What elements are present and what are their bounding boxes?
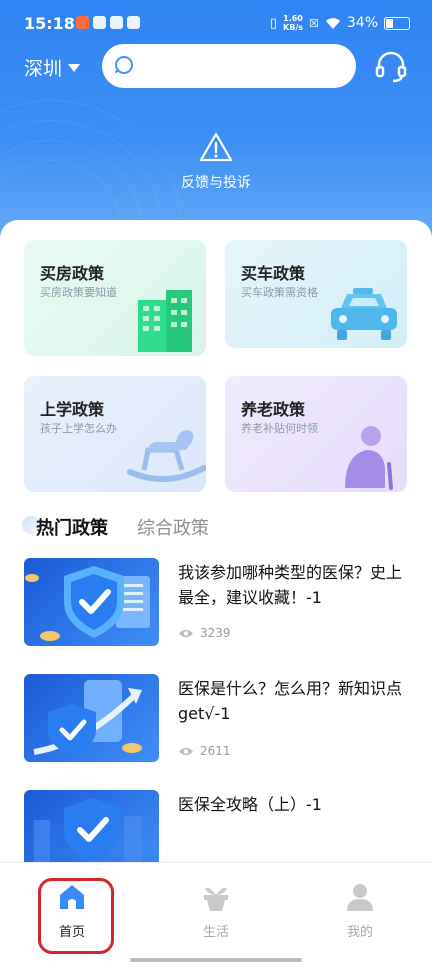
city-selector[interactable]: 深圳: [24, 54, 81, 81]
chevron-down-icon: [68, 63, 81, 72]
notification-icons: [76, 16, 140, 29]
card-subtitle: 买房政策要知道: [40, 286, 117, 299]
article-thumbnail: [24, 558, 159, 646]
car-icon: [331, 288, 397, 340]
article-thumbnail: [24, 674, 159, 762]
search-icon: [115, 56, 133, 74]
card-pension-policy[interactable]: 养老政策 养老补贴何时领: [225, 376, 407, 492]
view-count: 2611: [200, 744, 231, 758]
status-time: 15:18: [24, 14, 75, 33]
nav-life[interactable]: 生活: [176, 883, 256, 940]
battery-icon: [384, 16, 410, 30]
battery-text: 34%: [346, 15, 378, 31]
article-views: 3239: [178, 626, 231, 640]
rocking-horse-icon: [127, 430, 206, 483]
card-title: 上学政策: [40, 400, 105, 419]
user-icon: [347, 884, 373, 911]
headset-icon[interactable]: [374, 50, 408, 84]
card-car-policy[interactable]: 买车政策 买车政策需资格: [225, 240, 407, 348]
article-title: 医保是什么？怎么用？新知识点get√-1: [178, 679, 403, 723]
vibrate-icon: ▯: [269, 15, 278, 31]
status-bar: 15:18 ▯ 1.60 KB/s ☒ 34%: [0, 0, 432, 48]
card-title: 买车政策: [241, 264, 306, 283]
plant-pot-icon: [204, 887, 228, 911]
elderly-icon: [345, 426, 393, 490]
city-label: 深圳: [24, 58, 63, 80]
wifi-icon: [325, 17, 340, 29]
net-speed: 1.60 KB/s: [283, 14, 303, 32]
article-views: 2611: [178, 744, 231, 758]
card-title: 买房政策: [40, 264, 105, 283]
card-subtitle: 养老补贴何时领: [241, 422, 318, 435]
card-subtitle: 孩子上学怎么办: [40, 422, 117, 435]
card-subtitle: 买车政策需资格: [241, 286, 318, 299]
article-title: 医保全攻略（上）-1: [178, 795, 322, 814]
article-title: 我该参加哪种类型的医保？史上最全，建议收藏！-1: [178, 563, 403, 607]
view-count: 3239: [200, 626, 231, 640]
card-title: 养老政策: [241, 400, 306, 419]
complaint-label: 反馈与投诉: [181, 175, 251, 191]
eye-icon: [179, 747, 193, 755]
nav-mine-label: 我的: [346, 925, 373, 940]
complaint-button[interactable]: 反馈与投诉: [0, 132, 432, 192]
sim-icon: ☒: [309, 16, 319, 30]
gesture-bar: [130, 958, 302, 962]
tab-hot-policy[interactable]: 热门政策: [36, 514, 108, 540]
article-item-1[interactable]: 我该参加哪种类型的医保？史上最全，建议收藏！-1 3239: [24, 558, 414, 648]
nav-life-label: 生活: [202, 925, 229, 940]
nav-mine[interactable]: 我的: [320, 883, 400, 940]
home-highlight-box: [38, 878, 114, 954]
warning-icon: [199, 132, 233, 162]
building-icon: [138, 290, 192, 352]
card-house-policy[interactable]: 买房政策 买房政策要知道: [24, 240, 206, 356]
card-school-policy[interactable]: 上学政策 孩子上学怎么办: [24, 376, 206, 492]
search-input[interactable]: [102, 44, 356, 88]
eye-icon: [179, 629, 193, 637]
article-item-2[interactable]: 医保是什么？怎么用？新知识点get√-1 2611: [24, 674, 414, 764]
tab-general-policy[interactable]: 综合政策: [137, 514, 209, 540]
